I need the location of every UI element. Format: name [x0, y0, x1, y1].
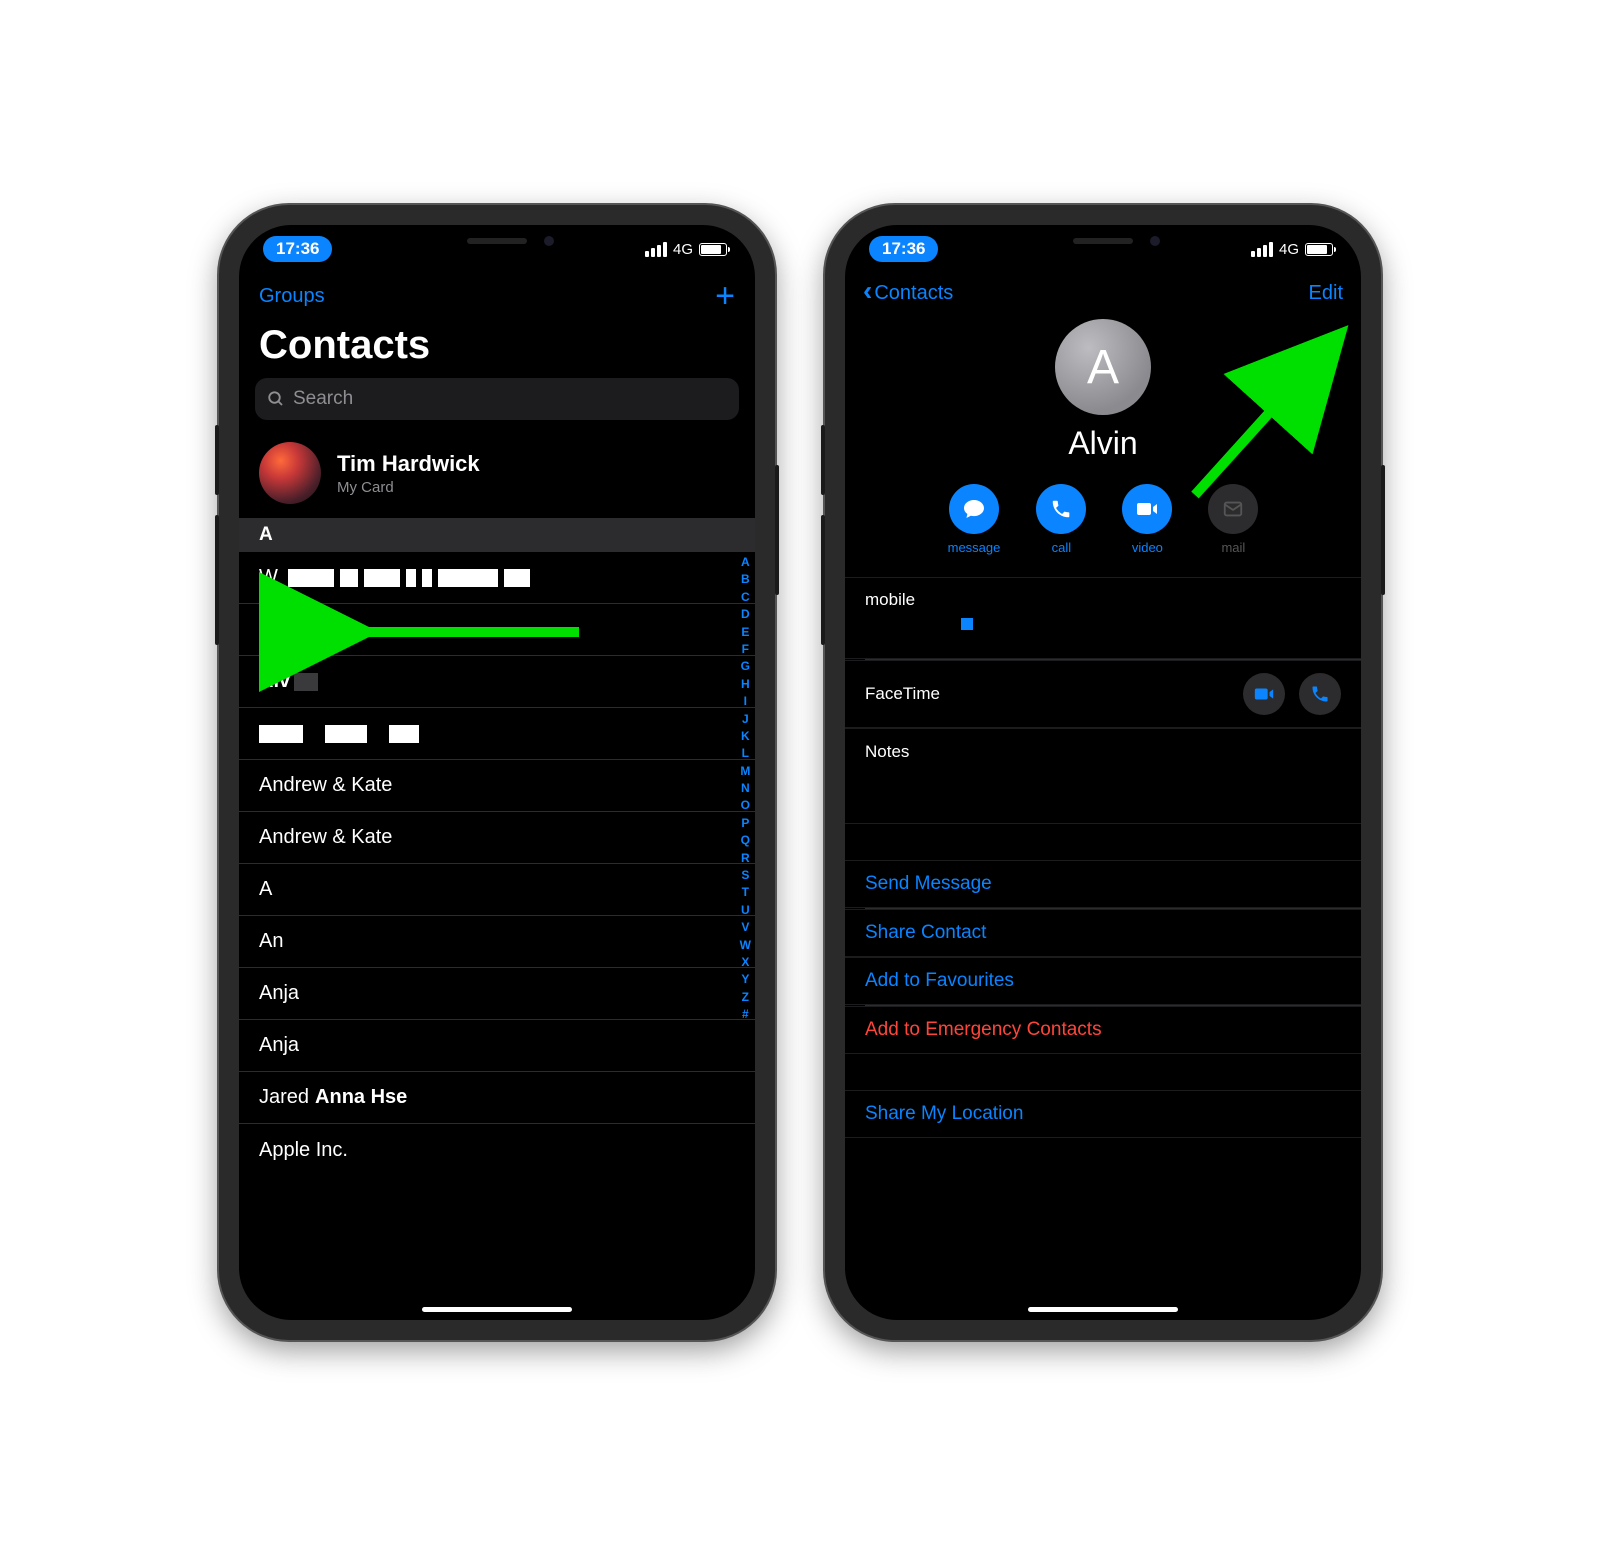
home-indicator[interactable] — [1028, 1307, 1178, 1312]
contact-avatar: A — [1055, 319, 1151, 415]
phone-icon — [1050, 498, 1072, 520]
back-button[interactable]: ‹ Contacts — [863, 281, 953, 305]
facetime-cell[interactable]: FaceTime — [845, 660, 1361, 728]
call-button[interactable]: call — [1036, 484, 1086, 555]
message-button[interactable]: message — [948, 484, 1001, 555]
list-item[interactable]: Jared Anna Hse — [239, 1072, 755, 1124]
notch — [382, 225, 612, 257]
network-label: 4G — [673, 241, 693, 258]
send-message-link[interactable]: Send Message — [845, 860, 1361, 908]
list-item[interactable]: Andrew & Kate — [239, 812, 755, 864]
mobile-cell[interactable]: mobile — [845, 577, 1361, 659]
list-item[interactable]: W — [239, 552, 755, 604]
mail-button: mail — [1208, 484, 1258, 555]
search-input[interactable]: Search — [255, 378, 739, 420]
my-card[interactable]: Tim Hardwick My Card — [239, 432, 755, 518]
list-item[interactable]: Anja — [239, 968, 755, 1020]
list-item[interactable] — [239, 708, 755, 760]
add-contact-button[interactable]: + — [715, 279, 735, 313]
video-button[interactable]: video — [1122, 484, 1172, 555]
phone-right: 17:36 4G ‹ Contacts Edit A Alvin message — [825, 205, 1381, 1340]
list-item[interactable]: Alv — [239, 656, 755, 708]
list-item[interactable]: Andrew & Kate — [239, 760, 755, 812]
message-icon — [962, 497, 986, 521]
page-title: Contacts — [239, 317, 755, 378]
index-strip[interactable]: ABCDEFGHIJKLMNOPQRSTUVWXYZ# — [740, 552, 751, 1024]
add-emergency-link[interactable]: Add to Emergency Contacts — [845, 1006, 1361, 1054]
mail-icon — [1222, 498, 1244, 520]
video-icon — [1253, 683, 1275, 705]
redacted-number — [961, 618, 973, 630]
list-item[interactable]: An — [239, 916, 755, 968]
action-row: message call video mail — [845, 480, 1361, 577]
my-card-subtitle: My Card — [337, 479, 480, 496]
avatar — [259, 442, 321, 504]
facetime-audio-button[interactable] — [1299, 673, 1341, 715]
section-header: A — [239, 518, 755, 552]
status-time: 17:36 — [263, 236, 332, 262]
search-icon — [267, 390, 285, 408]
list-item[interactable]: Anja — [239, 1020, 755, 1072]
redacted-text — [259, 725, 419, 743]
share-contact-link[interactable]: Share Contact — [845, 909, 1361, 957]
video-icon — [1135, 497, 1159, 521]
contacts-list[interactable]: W Alvin Alv An — [239, 552, 755, 1176]
my-card-name: Tim Hardwick — [337, 451, 480, 477]
list-item-alvin[interactable]: Alvin — [239, 604, 755, 656]
groups-button[interactable]: Groups — [259, 285, 325, 308]
list-item[interactable]: A — [239, 864, 755, 916]
battery-icon — [699, 243, 727, 256]
status-time: 17:36 — [869, 236, 938, 262]
home-indicator[interactable] — [422, 1307, 572, 1312]
redacted-text — [288, 569, 530, 587]
list-item[interactable]: Apple Inc. — [239, 1124, 755, 1176]
signal-icon — [1251, 242, 1273, 257]
share-location-link[interactable]: Share My Location — [845, 1090, 1361, 1138]
notes-cell[interactable]: Notes — [845, 728, 1361, 824]
chevron-left-icon: ‹ — [863, 277, 872, 305]
edit-button[interactable]: Edit — [1309, 282, 1343, 305]
battery-icon — [1305, 243, 1333, 256]
contact-name: Alvin — [1068, 425, 1137, 462]
signal-icon — [645, 242, 667, 257]
notch — [988, 225, 1218, 257]
add-favourites-link[interactable]: Add to Favourites — [845, 957, 1361, 1005]
facetime-video-button[interactable] — [1243, 673, 1285, 715]
phone-left: 17:36 4G Groups + Contacts Search Tim Ha… — [219, 205, 775, 1340]
redacted-text — [294, 673, 318, 691]
phone-icon — [1310, 684, 1330, 704]
network-label: 4G — [1279, 241, 1299, 258]
search-placeholder: Search — [293, 388, 353, 410]
